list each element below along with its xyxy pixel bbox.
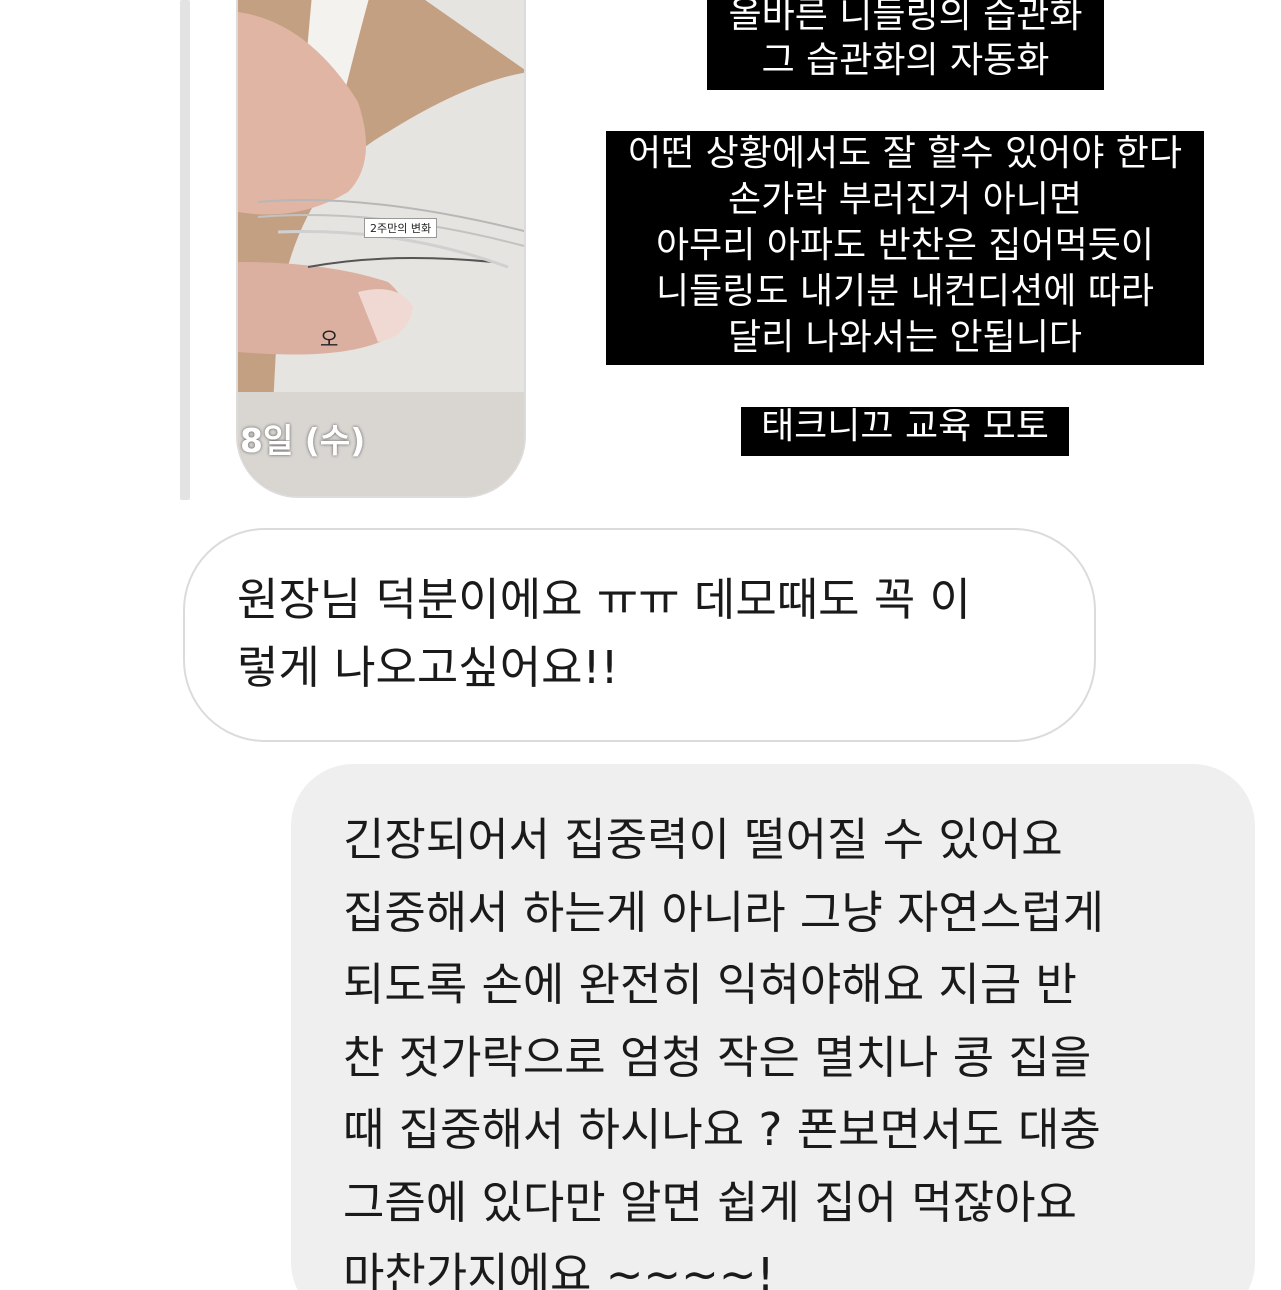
outgoing-message-bubble[interactable]: 긴장되어서 집중력이 떨어질 수 있어요 집중해서 하는게 아니라 그냥 자연스… (291, 764, 1255, 1290)
dm-conversation: 2주만의 변화 오 8일 (수) 올바른 니들링의 습관화 그 습관화의 자동화… (0, 0, 1281, 1290)
message-line: 렇게 나오고싶어요!! (237, 641, 619, 694)
story-text-line: 달리 나와서는 안됩니다 (727, 317, 1083, 358)
story-text-block-3: 태크니끄 교육 모토 (741, 407, 1069, 456)
story-text-line: 어떤 상황에서도 잘 할수 있어야 한다 (627, 133, 1183, 174)
story-text-line: 그 습관화의 자동화 (761, 40, 1050, 81)
photo-caption: 2주만의 변화 (364, 218, 438, 238)
message-line: 그즘에 있다만 알면 쉽게 집어 먹잖아요 (343, 1175, 1077, 1229)
story-reply-bar (180, 0, 190, 500)
story-text-block-2: 어떤 상황에서도 잘 할수 있어야 한다 손가락 부러진거 아니면 아무리 아파… (606, 131, 1204, 365)
message-line: 찬 젓가락으로 엄청 작은 멸치나 콩 집을 (343, 1030, 1092, 1084)
outgoing-message-text: 긴장되어서 집중력이 떨어질 수 있어요 집중해서 하는게 아니라 그냥 자연스… (343, 804, 1104, 1290)
story-text-line: 올바른 니들링의 습관화 (728, 0, 1083, 36)
incoming-message-text: 원장님 덕분이에요 ㅠㅠ 데모때도 꼭 이 렇게 나오고싶어요!! (237, 566, 971, 702)
message-line: 마찬가지에요 ~~~~! (343, 1248, 775, 1290)
message-line: 원장님 덕분이에요 ㅠㅠ 데모때도 꼭 이 (237, 573, 971, 626)
message-line: 때 집중해서 하시나요 ? 폰보면서도 대충 (343, 1103, 1101, 1156)
story-text-line: 니들링도 내기분 내컨디션에 따라 (655, 271, 1154, 312)
story-text-block-1: 올바른 니들링의 습관화 그 습관화의 자동화 (707, 0, 1104, 90)
incoming-message-bubble[interactable]: 원장님 덕분이에요 ㅠㅠ 데모때도 꼭 이 렇게 나오고싶어요!! (183, 528, 1096, 742)
photo-mark: 오 (320, 327, 339, 351)
message-line: 되도록 손에 완전히 익혀야해요 지금 반 (343, 958, 1077, 1011)
story-text-line: 태크니끄 교육 모토 (761, 406, 1049, 447)
message-line: 집중해서 하는게 아니라 그냥 자연스럽게 (343, 885, 1105, 939)
message-line: 긴장되어서 집중력이 떨어질 수 있어요 (343, 813, 1063, 866)
photo-date: 8일 (수) (240, 421, 366, 460)
story-photo-thumbnail[interactable]: 2주만의 변화 오 8일 (수) (236, 0, 526, 498)
story-text-line: 아무리 아파도 반찬은 집어먹듯이 (655, 225, 1154, 266)
story-text-line: 손가락 부러진거 아니면 (727, 179, 1083, 220)
